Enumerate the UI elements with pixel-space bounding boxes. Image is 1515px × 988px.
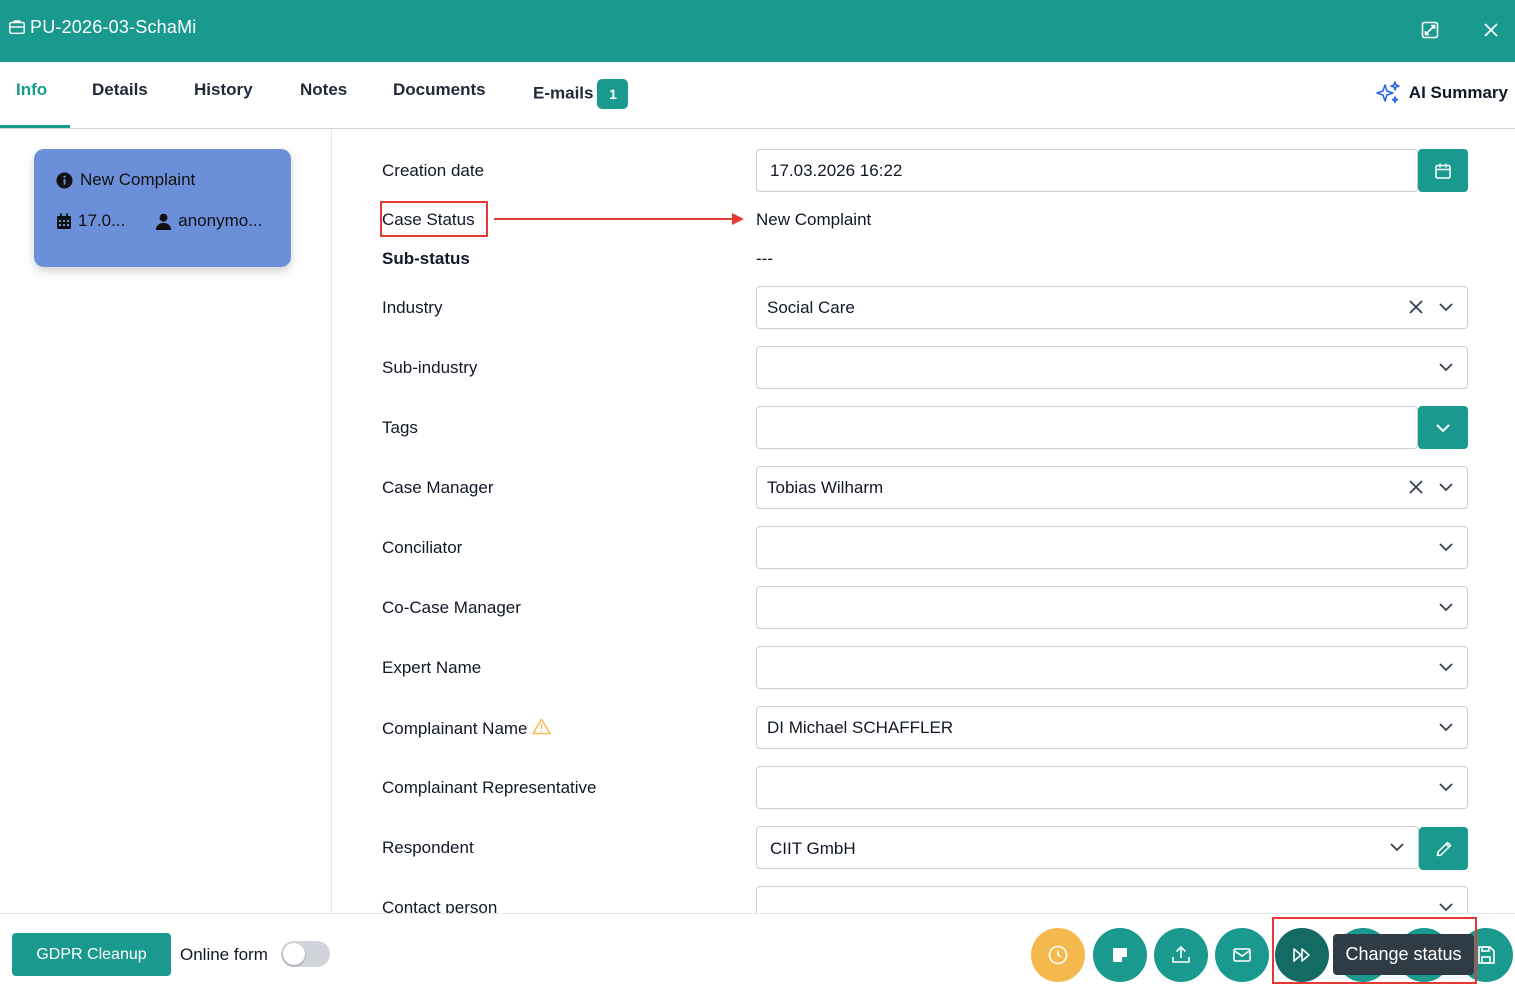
online-form-label: Online form [180,945,268,964]
calendar-icon [57,213,71,229]
contact-person-label: Contact person [382,898,498,913]
chevron-down-icon [1439,783,1453,792]
clock-icon [1048,945,1068,965]
chevron-down-icon [1439,603,1453,612]
status-card[interactable]: New Complaint 17.0... anonymo... [34,149,291,267]
emails-count-badge: 1 [597,79,629,109]
tab-emails[interactable]: E-mails 1 [533,79,629,109]
tags-dropdown-button[interactable] [1418,406,1468,449]
annotation-arrow [494,213,744,225]
upload-icon [1172,945,1190,963]
tab-info[interactable]: Info [16,80,47,100]
briefcase-icon [9,20,25,35]
close-icon [1484,23,1498,37]
reminder-button[interactable] [1031,928,1085,982]
tab-bar: Info Details History Notes Documents E-m… [0,62,1515,129]
expand-button[interactable] [1414,14,1446,46]
chevron-down-icon [1439,543,1453,552]
info-form: Creation date 17.03.2026 16:22 Case Stat… [332,129,1515,913]
online-form-toggle[interactable] [281,941,330,967]
sticky-note-icon [1113,948,1127,962]
annotation-highlight-box [1272,917,1477,984]
sparkle-icon [1376,81,1400,104]
contact-person-select[interactable] [756,886,1468,913]
expert-name-label: Expert Name [382,658,482,677]
add-note-button[interactable] [1093,928,1147,982]
tags-input[interactable] [756,406,1418,449]
title-bar: PU-2026-03-SchaMi [0,0,1515,62]
status-sidebar: New Complaint 17.0... anonymo... [0,129,332,913]
save-icon [1478,946,1495,964]
case-status-value: New Complaint [756,210,872,229]
upload-button[interactable] [1154,928,1208,982]
user-icon [156,213,172,230]
status-card-title: New Complaint [80,170,196,189]
tab-documents[interactable]: Documents [393,80,486,100]
expand-icon [1421,21,1439,39]
case-title: PU-2026-03-SchaMi [30,17,197,37]
conciliator-label: Conciliator [382,538,463,557]
tab-notes[interactable]: Notes [300,80,347,100]
tab-history[interactable]: History [194,80,253,100]
status-card-date: 17.0... [78,211,126,230]
status-card-user: anonymo... [178,211,263,230]
conciliator-select[interactable] [756,526,1468,569]
close-button[interactable] [1475,14,1507,46]
complainant-representative-select[interactable] [756,766,1468,809]
case-manager-select[interactable]: Tobias Wilharm [756,466,1468,509]
chevron-down-icon [1439,303,1453,312]
ai-summary-label: AI Summary [1408,83,1508,102]
creation-date-label: Creation date [382,161,485,180]
co-case-manager-select[interactable] [756,586,1468,629]
warning-icon [532,718,551,735]
tab-details[interactable]: Details [92,80,148,100]
tab-emails-label: E-mails [533,83,594,103]
sub-industry-select[interactable] [756,346,1468,389]
info-icon [56,171,73,189]
complainant-name-label: Complainant Name [382,718,551,739]
chevron-down-icon [1390,843,1404,852]
mail-icon [1233,948,1251,962]
complainant-representative-label: Complainant Representative [382,778,597,797]
clear-icon[interactable] [1407,478,1425,496]
chevron-down-icon [1439,903,1453,912]
respondent-label: Respondent [382,838,474,857]
complainant-name-select[interactable]: DI Michael SCHAFFLER [756,706,1468,749]
chevron-down-icon [1439,363,1453,372]
date-picker-button[interactable] [1418,149,1468,192]
sub-status-label: Sub-status [382,249,470,268]
active-tab-indicator [0,125,70,128]
edit-respondent-button[interactable] [1419,827,1468,870]
gdpr-cleanup-button[interactable]: GDPR Cleanup [12,933,171,976]
calendar-icon [1435,163,1451,179]
chevron-down-icon [1436,423,1450,432]
co-case-manager-label: Co-Case Manager [382,598,521,617]
toggle-knob [283,943,305,965]
case-manager-label: Case Manager [382,478,494,497]
chevron-down-icon [1439,663,1453,672]
creation-date-input[interactable]: 17.03.2026 16:22 [756,149,1418,192]
expert-name-select[interactable] [756,646,1468,689]
annotation-highlight-box [380,201,488,237]
send-email-button[interactable] [1215,928,1269,982]
industry-select[interactable]: Social Care [756,286,1468,329]
ai-summary-button[interactable]: AI Summary [1375,80,1508,106]
pencil-icon [1436,841,1451,856]
sub-industry-label: Sub-industry [382,358,478,377]
sub-status-value: --- [756,249,773,268]
industry-label: Industry [382,298,443,317]
chevron-down-icon [1439,483,1453,492]
clear-icon[interactable] [1407,298,1425,316]
chevron-down-icon [1439,723,1453,732]
tags-label: Tags [382,418,418,437]
action-footer: GDPR Cleanup Online form Change status [0,913,1515,988]
respondent-select[interactable]: CIIT GmbH [756,826,1419,869]
